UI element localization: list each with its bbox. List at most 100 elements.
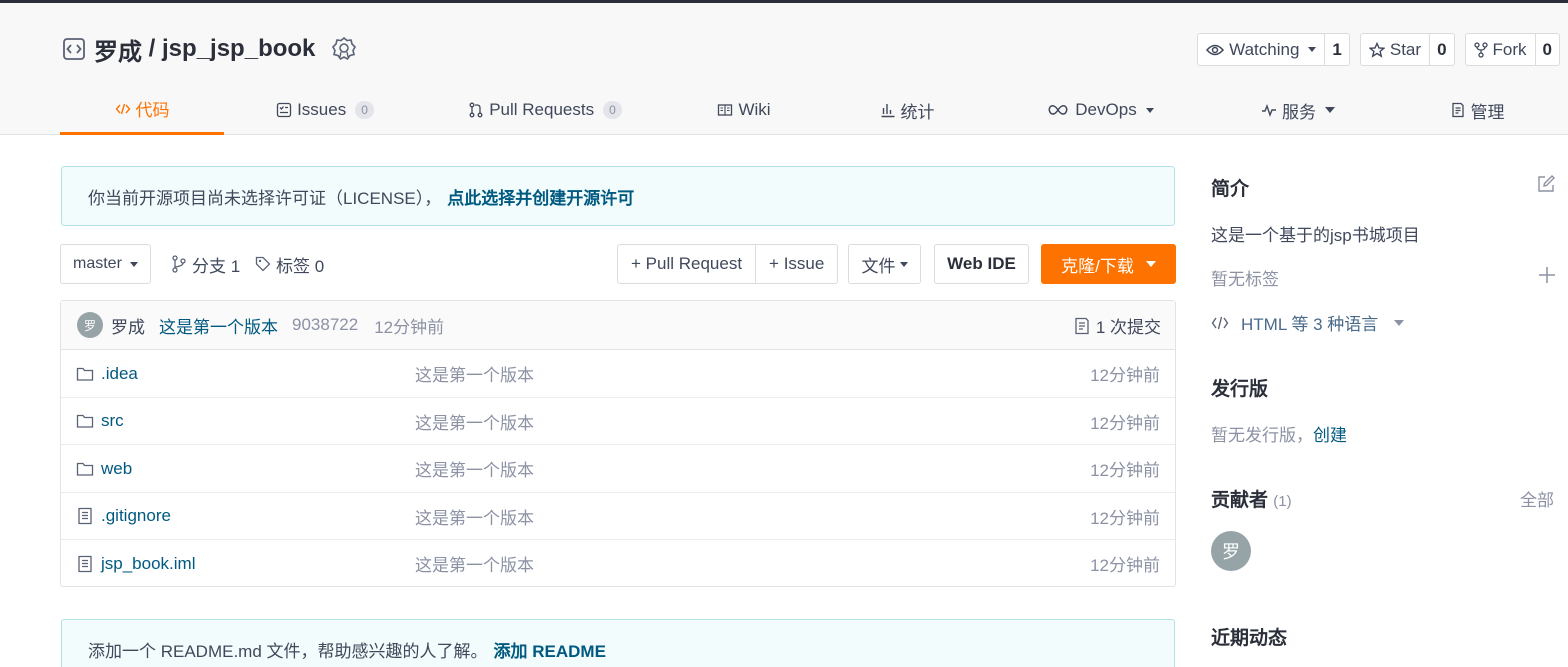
- tab-pull-requests[interactable]: Pull Requests 0: [465, 85, 625, 135]
- star-icon: [1368, 41, 1385, 58]
- file-name-link[interactable]: web: [76, 445, 132, 492]
- file-menu-label: 文件: [861, 256, 896, 276]
- tab-manage[interactable]: 管理: [1445, 85, 1509, 135]
- chevron-down-icon: [1308, 47, 1317, 52]
- tab-stats-label: 统计: [900, 102, 935, 122]
- readme-notice: 添加一个 README.md 文件，帮助感兴趣的人了解。 添加 README: [61, 619, 1175, 667]
- tags-link[interactable]: 标签 0: [255, 244, 324, 284]
- chevron-down-icon: [1325, 107, 1335, 113]
- repo-toolbar: master 分支 1 标签 0 + Pull Request + Issue …: [60, 244, 1176, 284]
- star-button[interactable]: Star 0: [1359, 33, 1455, 66]
- star-count[interactable]: 0: [1430, 34, 1453, 65]
- create-license-link[interactable]: 点此选择并创建开源许可: [447, 184, 634, 209]
- contributors-count: (1): [1273, 493, 1292, 510]
- repo-header: 罗成 / jsp_jsp_book Watching 1 Star 0 Fork: [0, 3, 1568, 135]
- clone-download-button[interactable]: 克隆/下载: [1041, 244, 1176, 284]
- watching-label: Watching: [1229, 39, 1300, 59]
- file-list: 罗 罗成 这是第一个版本 9038722 12分钟前 1 次提交 .idea 这…: [60, 300, 1176, 587]
- tab-issues[interactable]: Issues 0: [275, 85, 375, 135]
- folder-icon: [76, 367, 94, 381]
- watching-count[interactable]: 1: [1325, 34, 1348, 65]
- table-row: web 这是第一个版本 12分钟前: [61, 445, 1175, 493]
- readme-notice-text: 添加一个 README.md 文件，帮助感兴趣的人了解。: [88, 641, 488, 661]
- pull-request-icon: [469, 102, 483, 118]
- file-name-link[interactable]: jsp_book.iml: [76, 540, 196, 587]
- branch-icon: [172, 255, 186, 273]
- commit-time: 12分钟前: [374, 317, 445, 337]
- repo-owner-link[interactable]: 罗成: [94, 32, 142, 67]
- file-name: web: [101, 458, 133, 478]
- file-commit-message[interactable]: 这是第一个版本: [415, 493, 534, 540]
- commit-author-link[interactable]: 罗成: [111, 313, 145, 338]
- file-menu-button[interactable]: 文件: [848, 244, 921, 284]
- edit-icon[interactable]: [1536, 174, 1556, 194]
- tab-code[interactable]: 代码: [60, 85, 224, 135]
- file-name-link[interactable]: src: [76, 398, 124, 445]
- repo-tabs: 代码 Issues 0 Pull Requests 0 Wiki 统计 DevO…: [60, 85, 1560, 135]
- file-commit-message[interactable]: 这是第一个版本: [415, 445, 534, 492]
- fork-count[interactable]: 0: [1536, 34, 1559, 65]
- create-button-group: + Pull Request + Issue: [617, 244, 839, 284]
- pulse-icon: [1262, 103, 1276, 118]
- fork-icon: [1473, 41, 1488, 58]
- branches-label: 分支 1: [192, 256, 241, 276]
- all-contributors-link[interactable]: 全部: [1520, 486, 1554, 511]
- create-release-link[interactable]: 创建: [1313, 426, 1347, 445]
- chevron-down-icon: [1145, 107, 1154, 113]
- web-ide-button[interactable]: Web IDE: [934, 244, 1029, 284]
- settings-doc-icon: [1451, 102, 1464, 118]
- file-commit-time: 12分钟前: [1090, 366, 1160, 385]
- bar-chart-icon: [881, 104, 894, 118]
- eye-icon: [1206, 44, 1225, 55]
- commit-sha[interactable]: 9038722: [292, 315, 358, 335]
- tags-label: 标签 0: [276, 256, 325, 276]
- tab-devops[interactable]: DevOps: [1043, 85, 1157, 135]
- tab-wiki-label: Wiki: [738, 100, 771, 119]
- avatar[interactable]: 罗: [77, 312, 103, 338]
- releases-info: 暂无发行版，创建: [1211, 421, 1347, 446]
- branch-select-label: master: [73, 255, 122, 272]
- file-name: .idea: [101, 363, 138, 383]
- add-readme-link[interactable]: 添加 README: [494, 637, 606, 662]
- code-repo-icon: [63, 38, 85, 60]
- table-row: .gitignore 这是第一个版本 12分钟前: [61, 493, 1175, 540]
- chevron-down-icon: [129, 261, 138, 267]
- chevron-down-icon: [1145, 261, 1156, 267]
- file-commit-time: 12分钟前: [1090, 413, 1160, 433]
- branch-select[interactable]: master: [60, 244, 151, 284]
- recent-activity-title: 近期动态: [1211, 628, 1288, 649]
- commit-count-label: 1 次提交: [1095, 318, 1161, 337]
- releases-title: 发行版: [1211, 379, 1269, 400]
- file-commit-message[interactable]: 这是第一个版本: [415, 398, 534, 445]
- tab-issues-label: Issues: [297, 100, 347, 119]
- file-name-link[interactable]: .gitignore: [76, 493, 171, 540]
- tab-wiki[interactable]: Wiki: [712, 85, 776, 135]
- chevron-down-icon: [1394, 319, 1405, 326]
- chevron-down-icon: [899, 261, 908, 267]
- contributors-title-label: 贡献者: [1211, 490, 1269, 511]
- latest-commit-bar: 罗 罗成 这是第一个版本 9038722 12分钟前 1 次提交: [61, 301, 1175, 350]
- fork-button[interactable]: Fork 0: [1464, 33, 1560, 66]
- add-tag-icon[interactable]: [1538, 266, 1556, 284]
- file-icon: [78, 507, 92, 525]
- tab-stats[interactable]: 统计: [873, 85, 941, 135]
- book-icon: [718, 104, 733, 116]
- tab-pull-requests-label: Pull Requests: [489, 100, 595, 119]
- contributor-avatar[interactable]: 罗: [1211, 531, 1251, 571]
- file-commit-time: 12分钟前: [1090, 556, 1160, 575]
- tab-services[interactable]: 服务: [1256, 85, 1340, 135]
- file-commit-message[interactable]: 这是第一个版本: [415, 350, 534, 397]
- new-pull-request-button[interactable]: + Pull Request: [618, 245, 755, 283]
- new-issue-button[interactable]: + Issue: [755, 245, 837, 283]
- branches-link[interactable]: 分支 1: [171, 244, 240, 284]
- watching-button[interactable]: Watching 1: [1197, 33, 1350, 66]
- commit-message-link[interactable]: 这是第一个版本: [159, 313, 278, 338]
- file-name-link[interactable]: .idea: [76, 350, 138, 397]
- repo-name-link[interactable]: jsp_jsp_book: [162, 35, 315, 63]
- file-commit-time: 12分钟前: [1090, 508, 1160, 528]
- commit-count-link[interactable]: 1 次提交: [1074, 301, 1161, 350]
- file-name: src: [101, 411, 124, 430]
- award-badge-icon[interactable]: [331, 36, 357, 62]
- file-commit-message[interactable]: 这是第一个版本: [415, 540, 534, 587]
- languages-dropdown[interactable]: HTML 等 3 种语言: [1211, 310, 1405, 335]
